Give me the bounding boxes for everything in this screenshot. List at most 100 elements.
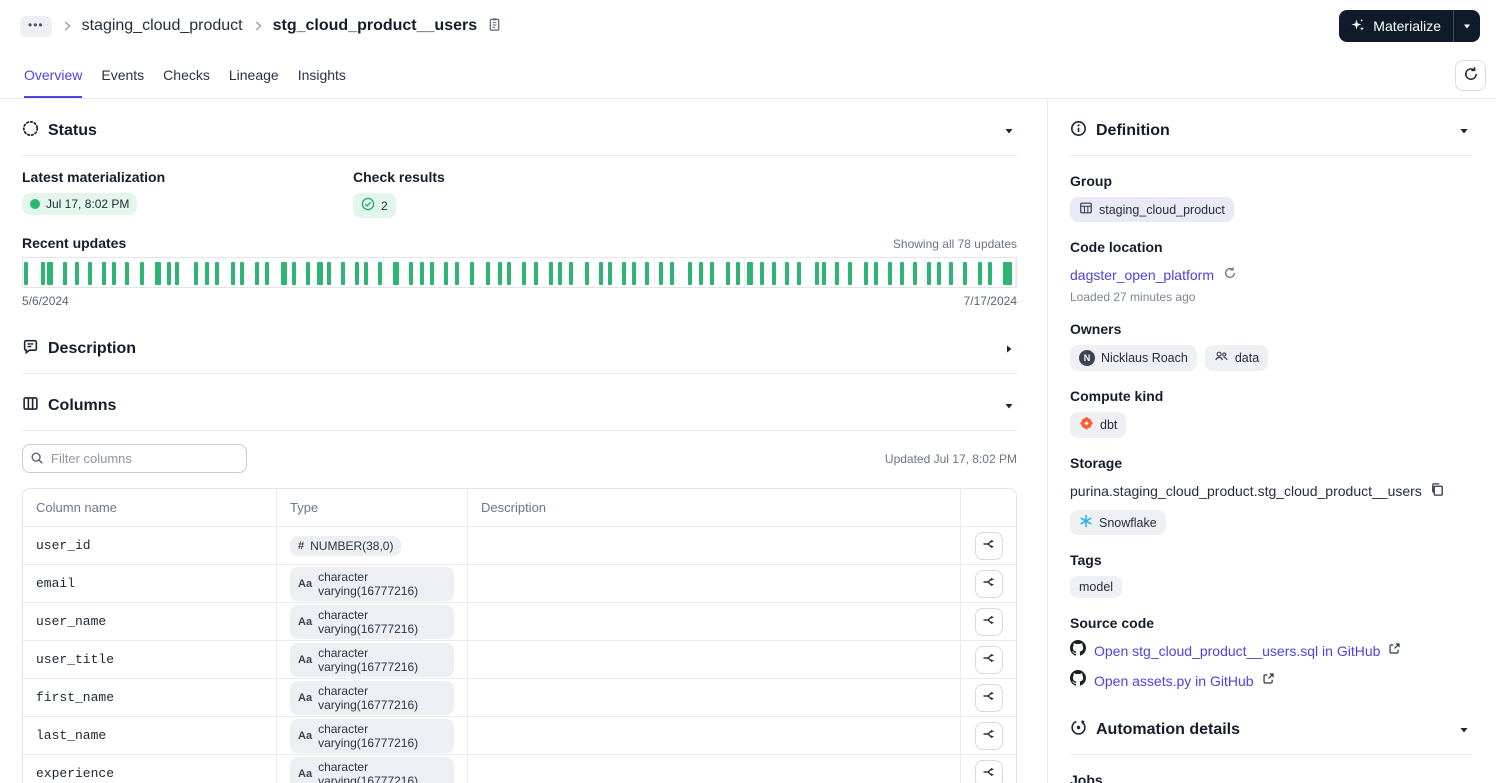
update-tick[interactable] bbox=[658, 262, 663, 285]
update-tick[interactable] bbox=[888, 262, 893, 285]
update-tick[interactable] bbox=[821, 262, 826, 285]
update-tick[interactable] bbox=[937, 262, 942, 285]
update-tick[interactable] bbox=[392, 262, 399, 285]
update-tick[interactable] bbox=[796, 262, 801, 285]
definition-section-header[interactable]: Definition bbox=[1070, 99, 1472, 156]
update-tick[interactable] bbox=[327, 262, 332, 285]
update-tick[interactable] bbox=[111, 262, 116, 285]
chevron-down-icon[interactable] bbox=[1003, 125, 1015, 137]
update-tick[interactable] bbox=[265, 262, 270, 285]
compute-kind-tag[interactable]: dbt bbox=[1070, 412, 1127, 438]
chevron-down-icon[interactable] bbox=[1003, 400, 1015, 412]
update-tick[interactable] bbox=[760, 262, 765, 285]
update-tick[interactable] bbox=[231, 262, 236, 285]
update-tick[interactable] bbox=[874, 262, 879, 285]
update-tick[interactable] bbox=[814, 262, 819, 285]
update-tick[interactable] bbox=[962, 262, 967, 285]
update-tick[interactable] bbox=[40, 262, 45, 285]
check-results-pill[interactable]: 2 bbox=[353, 193, 396, 218]
update-tick[interactable] bbox=[687, 262, 692, 285]
column-lineage-button[interactable] bbox=[974, 569, 1003, 598]
update-tick[interactable] bbox=[47, 262, 54, 285]
code-location-link[interactable]: dagster_open_platform bbox=[1070, 267, 1214, 283]
tab-lineage[interactable]: Lineage bbox=[229, 52, 279, 98]
update-tick[interactable] bbox=[102, 262, 107, 285]
update-tick[interactable] bbox=[644, 262, 649, 285]
update-tick[interactable] bbox=[548, 262, 553, 285]
update-tick[interactable] bbox=[166, 262, 171, 285]
update-tick[interactable] bbox=[139, 262, 144, 285]
update-tick[interactable] bbox=[949, 262, 954, 285]
update-tick[interactable] bbox=[364, 262, 369, 285]
update-tick[interactable] bbox=[305, 262, 310, 285]
update-tick[interactable] bbox=[204, 262, 209, 285]
update-tick[interactable] bbox=[558, 262, 563, 285]
update-tick[interactable] bbox=[316, 262, 323, 285]
storage-platform-tag[interactable]: Snowflake bbox=[1070, 510, 1166, 535]
update-tick[interactable] bbox=[88, 262, 93, 285]
copy-asset-key-button[interactable] bbox=[485, 15, 504, 37]
update-tick[interactable] bbox=[454, 262, 459, 285]
update-tick[interactable] bbox=[155, 262, 162, 285]
update-tick[interactable] bbox=[443, 262, 448, 285]
update-tick[interactable] bbox=[847, 262, 852, 285]
update-tick[interactable] bbox=[632, 262, 637, 285]
update-tick[interactable] bbox=[193, 262, 198, 285]
update-tick[interactable] bbox=[927, 262, 932, 285]
chevron-down-icon[interactable] bbox=[1458, 125, 1470, 137]
tab-checks[interactable]: Checks bbox=[163, 52, 210, 98]
column-lineage-button[interactable] bbox=[974, 683, 1003, 712]
update-tick[interactable] bbox=[835, 262, 840, 285]
materialize-button[interactable]: Materialize bbox=[1339, 10, 1453, 42]
update-tick[interactable] bbox=[988, 262, 993, 285]
update-tick[interactable] bbox=[747, 262, 754, 285]
description-section-header[interactable]: Description bbox=[22, 317, 1017, 374]
column-lineage-button[interactable] bbox=[974, 531, 1003, 560]
update-tick[interactable] bbox=[378, 262, 383, 285]
latest-materialization-pill[interactable]: Jul 17, 8:02 PM bbox=[22, 193, 138, 215]
update-tick[interactable] bbox=[1003, 262, 1012, 285]
copy-storage-path-button[interactable] bbox=[1428, 480, 1447, 502]
update-tick[interactable] bbox=[670, 262, 675, 285]
update-tick[interactable] bbox=[355, 262, 360, 285]
update-tick[interactable] bbox=[598, 262, 603, 285]
update-tick[interactable] bbox=[772, 262, 777, 285]
update-tick[interactable] bbox=[341, 262, 346, 285]
materialize-dropdown-button[interactable] bbox=[1453, 10, 1480, 42]
update-tick[interactable] bbox=[409, 262, 414, 285]
update-tick[interactable] bbox=[864, 262, 869, 285]
update-tick[interactable] bbox=[607, 262, 612, 285]
refresh-button[interactable] bbox=[1455, 59, 1486, 91]
update-tick[interactable] bbox=[978, 262, 983, 285]
tab-events[interactable]: Events bbox=[101, 52, 144, 98]
update-tick[interactable] bbox=[280, 262, 287, 285]
update-tick[interactable] bbox=[125, 262, 130, 285]
column-lineage-button[interactable] bbox=[974, 607, 1003, 636]
update-tick[interactable] bbox=[420, 262, 425, 285]
update-tick[interactable] bbox=[698, 262, 703, 285]
chevron-down-icon[interactable] bbox=[1458, 724, 1470, 736]
status-section-header[interactable]: Status bbox=[22, 99, 1017, 156]
update-tick[interactable] bbox=[784, 262, 789, 285]
update-tick[interactable] bbox=[569, 262, 574, 285]
update-tick[interactable] bbox=[470, 262, 475, 285]
columns-section-header[interactable]: Columns bbox=[22, 374, 1017, 431]
update-tick[interactable] bbox=[63, 262, 68, 285]
reload-code-location-button[interactable] bbox=[1221, 264, 1239, 285]
update-tick[interactable] bbox=[507, 262, 512, 285]
update-tick[interactable] bbox=[175, 262, 180, 285]
open-assets-py-in-github-link[interactable]: Open assets.py in GitHub bbox=[1094, 673, 1254, 689]
column-lineage-button[interactable] bbox=[974, 721, 1003, 750]
update-tick[interactable] bbox=[710, 262, 715, 285]
owner-user-tag[interactable]: N Nicklaus Roach bbox=[1070, 345, 1197, 371]
tab-insights[interactable]: Insights bbox=[298, 52, 346, 98]
automation-section-header[interactable]: Automation details bbox=[1070, 698, 1472, 755]
update-tick[interactable] bbox=[240, 262, 245, 285]
update-tick[interactable] bbox=[485, 262, 490, 285]
owner-team-tag[interactable]: data bbox=[1204, 345, 1269, 371]
update-tick[interactable] bbox=[585, 262, 590, 285]
update-tick[interactable] bbox=[429, 262, 434, 285]
open-sql-in-github-link[interactable]: Open stg_cloud_product__users.sql in Git… bbox=[1094, 643, 1380, 659]
update-tick[interactable] bbox=[522, 262, 527, 285]
update-tick[interactable] bbox=[913, 262, 918, 285]
